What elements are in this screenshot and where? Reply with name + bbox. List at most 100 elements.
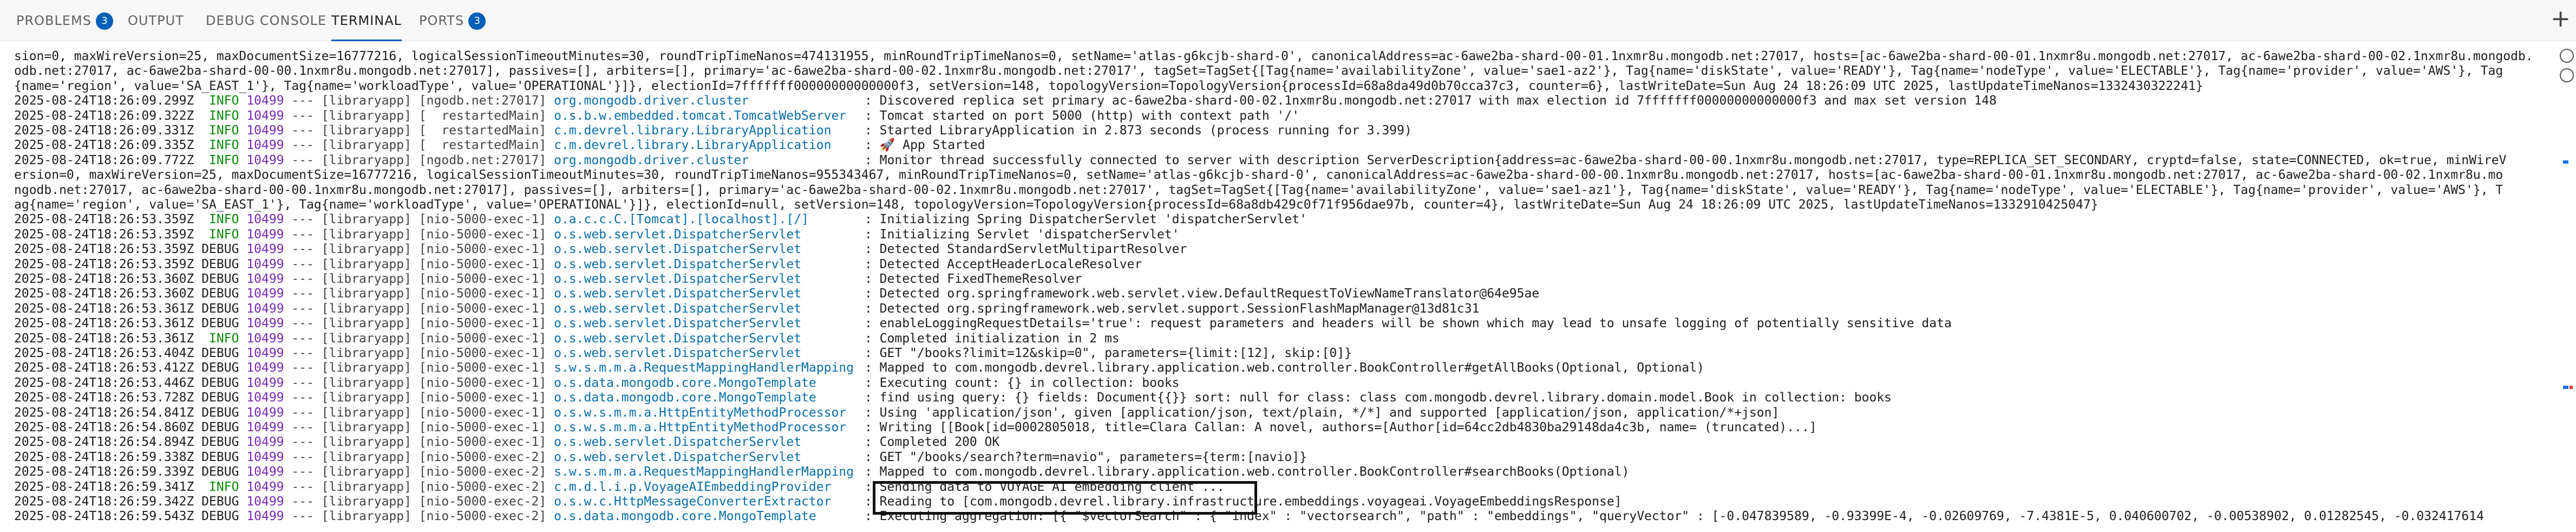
log-thread: --- [libraryapp] [ngodb.net:27017] bbox=[291, 94, 547, 108]
log-message: : Completed initialization in 2 ms bbox=[864, 331, 1120, 346]
log-logger: o.s.web.servlet.DispatcherServlet bbox=[554, 346, 802, 360]
log-logger: o.s.web.servlet.DispatcherServlet bbox=[554, 257, 802, 271]
log-level: INFO bbox=[201, 331, 239, 346]
terminal-wrapped-line: ersion=0, maxWireVersion=25, maxDocument… bbox=[14, 168, 2503, 183]
tab-ports[interactable]: PORTS 3 bbox=[419, 0, 486, 41]
log-line: 2025-08-24T18:26:54.860Z DEBUG 10499 ---… bbox=[14, 420, 1817, 435]
log-message: : Initializing Spring DispatcherServlet … bbox=[864, 212, 1307, 227]
log-logger: s.w.s.m.m.a.RequestMappingHandlerMapping bbox=[554, 465, 854, 479]
log-thread: --- [libraryapp] [nio-5000-exec-1] bbox=[291, 227, 547, 242]
log-thread: --- [libraryapp] [nio-5000-exec-1] bbox=[291, 301, 547, 316]
log-thread: --- [libraryapp] [nio-5000-exec-2] bbox=[291, 450, 547, 464]
scroll-marker bbox=[2563, 160, 2568, 164]
terminal-instance-icon[interactable] bbox=[2560, 68, 2574, 82]
terminal-output[interactable]: sion=0, maxWireVersion=25, maxDocumentSi… bbox=[14, 49, 2532, 532]
log-level: INFO bbox=[201, 153, 239, 167]
log-timestamp: 2025-08-24T18:26:59.342Z bbox=[14, 495, 194, 509]
log-timestamp: 2025-08-24T18:26:59.338Z bbox=[14, 450, 194, 464]
log-line: 2025-08-24T18:26:09.331Z INFO 10499 --- … bbox=[14, 123, 1412, 138]
log-thread: --- [libraryapp] [nio-5000-exec-1] bbox=[291, 346, 547, 360]
log-logger: o.s.b.w.embedded.tomcat.TomcatWebServer bbox=[554, 108, 847, 123]
log-timestamp: 2025-08-24T18:26:53.359Z bbox=[14, 257, 194, 271]
log-level: INFO bbox=[201, 212, 239, 227]
log-timestamp: 2025-08-24T18:26:09.322Z bbox=[14, 108, 194, 123]
log-message: : Detected org.springframework.web.servl… bbox=[864, 301, 1480, 316]
terminal-wrapped-line: ngodb.net:27017, ac-6awe2ba-shard-00-00.… bbox=[14, 183, 2503, 197]
log-line: 2025-08-24T18:26:53.412Z DEBUG 10499 ---… bbox=[14, 360, 1704, 375]
new-terminal-button[interactable]: + bbox=[2551, 5, 2571, 33]
terminal-wrapped-line: sion=0, maxWireVersion=25, maxDocumentSi… bbox=[14, 49, 2532, 63]
log-message: : Discovered replica set primary ac-6awe… bbox=[864, 94, 1997, 108]
log-message: : Writing [[Book[id=0002805018, title=Cl… bbox=[864, 420, 1817, 434]
log-level: DEBUG bbox=[201, 287, 239, 301]
log-logger: org.mongodb.driver.cluster bbox=[554, 153, 749, 167]
log-pid: 10499 bbox=[246, 272, 284, 286]
terminal-instance-icon[interactable] bbox=[2560, 49, 2574, 63]
log-pid: 10499 bbox=[246, 465, 284, 479]
log-logger: o.s.w.s.m.m.a.HttpEntityMethodProcessor bbox=[554, 420, 847, 434]
log-level: DEBUG bbox=[201, 509, 239, 524]
log-thread: --- [libraryapp] [ restartedMain] bbox=[291, 108, 547, 123]
log-timestamp: 2025-08-24T18:26:09.772Z bbox=[14, 153, 194, 167]
log-pid: 10499 bbox=[246, 346, 284, 360]
log-level: INFO bbox=[201, 124, 239, 138]
terminal-wrapped-line: odb.net:27017, ac-6awe2ba-shard-00-00.1n… bbox=[14, 64, 2503, 79]
log-timestamp: 2025-08-24T18:26:54.894Z bbox=[14, 435, 194, 450]
ports-count-badge: 3 bbox=[468, 12, 486, 30]
log-thread: --- [libraryapp] [nio-5000-exec-2] bbox=[291, 509, 547, 524]
log-message: : find using query: {} fields: Document{… bbox=[864, 391, 1892, 405]
terminal-wrapped-line: ag{name='region', value='SA_EAST_1'}, Ta… bbox=[14, 198, 2098, 212]
log-thread: --- [libraryapp] [nio-5000-exec-1] bbox=[291, 331, 547, 346]
log-logger: o.s.web.servlet.DispatcherServlet bbox=[554, 301, 802, 316]
log-pid: 10499 bbox=[246, 301, 284, 316]
log-level: DEBUG bbox=[201, 301, 239, 316]
log-logger: o.s.web.servlet.DispatcherServlet bbox=[554, 287, 802, 301]
log-logger: c.m.d.l.i.p.VoyageAIEmbeddingProvider bbox=[554, 479, 832, 494]
log-thread: --- [libraryapp] [nio-5000-exec-1] bbox=[291, 272, 547, 286]
tab-debug-console[interactable]: DEBUG CONSOLE bbox=[206, 0, 326, 41]
log-line: 2025-08-24T18:26:53.361Z DEBUG 10499 ---… bbox=[14, 316, 1952, 331]
log-logger: c.m.devrel.library.LibraryApplication bbox=[554, 124, 832, 138]
log-timestamp: 2025-08-24T18:26:53.361Z bbox=[14, 331, 194, 346]
tab-terminal[interactable]: TERMINAL bbox=[331, 0, 402, 41]
problems-count-badge: 3 bbox=[95, 12, 113, 30]
log-pid: 10499 bbox=[246, 405, 284, 420]
log-timestamp: 2025-08-24T18:26:54.841Z bbox=[14, 405, 194, 420]
log-message: : Tomcat started on port 5000 (http) wit… bbox=[864, 108, 1300, 123]
log-thread: --- [libraryapp] [nio-5000-exec-1] bbox=[291, 287, 547, 301]
log-message: : GET "/books/search?term=navio", parame… bbox=[864, 450, 1307, 464]
log-level: DEBUG bbox=[201, 495, 239, 509]
log-logger: o.s.web.servlet.DispatcherServlet bbox=[554, 272, 802, 286]
tab-output[interactable]: OUTPUT bbox=[128, 0, 184, 41]
log-thread: --- [libraryapp] [ restartedMain] bbox=[291, 124, 547, 138]
log-logger: o.s.data.mongodb.core.MongoTemplate bbox=[554, 509, 816, 524]
log-pid: 10499 bbox=[246, 257, 284, 271]
scroll-error-marker bbox=[2570, 386, 2573, 389]
log-thread: --- [libraryapp] [nio-5000-exec-1] bbox=[291, 391, 547, 405]
log-timestamp: 2025-08-24T18:26:53.728Z bbox=[14, 391, 194, 405]
log-message: : Detected StandardServletMultipartResol… bbox=[864, 242, 1187, 257]
log-timestamp: 2025-08-24T18:26:53.359Z bbox=[14, 227, 194, 242]
log-level: DEBUG bbox=[201, 272, 239, 286]
log-level: DEBUG bbox=[201, 375, 239, 390]
log-pid: 10499 bbox=[246, 509, 284, 524]
log-level: DEBUG bbox=[201, 420, 239, 434]
tab-ports-label: PORTS bbox=[419, 13, 465, 28]
log-logger: o.s.data.mongodb.core.MongoTemplate bbox=[554, 375, 816, 390]
log-line: 2025-08-24T18:26:54.841Z DEBUG 10499 ---… bbox=[14, 405, 1779, 420]
log-pid: 10499 bbox=[246, 153, 284, 167]
log-level: DEBUG bbox=[201, 257, 239, 271]
log-pid: 10499 bbox=[246, 391, 284, 405]
terminal-scrollbar[interactable] bbox=[2560, 41, 2576, 532]
log-pid: 10499 bbox=[246, 212, 284, 227]
log-line: 2025-08-24T18:26:09.322Z INFO 10499 --- … bbox=[14, 108, 1299, 124]
log-line: 2025-08-24T18:26:59.342Z DEBUG 10499 ---… bbox=[14, 494, 1622, 509]
log-message: : Mapped to com.mongodb.devrel.library.a… bbox=[864, 361, 1704, 375]
log-timestamp: 2025-08-24T18:26:53.446Z bbox=[14, 375, 194, 390]
tab-problems[interactable]: PROBLEMS 3 bbox=[16, 0, 113, 41]
log-line: 2025-08-24T18:26:53.360Z DEBUG 10499 ---… bbox=[14, 286, 1539, 301]
log-pid: 10499 bbox=[246, 108, 284, 123]
log-timestamp: 2025-08-24T18:26:53.361Z bbox=[14, 301, 194, 316]
log-thread: --- [libraryapp] [nio-5000-exec-1] bbox=[291, 242, 547, 257]
terminal-side-actions bbox=[2560, 43, 2574, 82]
